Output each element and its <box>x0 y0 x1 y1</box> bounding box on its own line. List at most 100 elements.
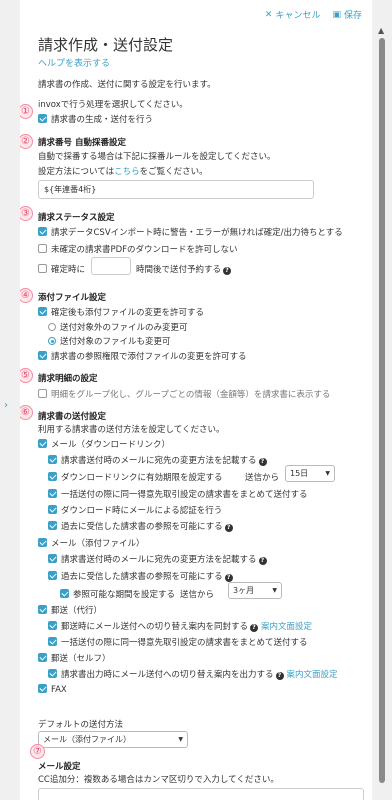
save-button[interactable]: ▣ 保存 <box>332 8 362 22</box>
section2-heading: 請求番号 自動採番設定 <box>38 138 126 148</box>
scrollbar[interactable]: ▲ <box>372 0 392 800</box>
dl-recipient-change-checkbox[interactable]: 請求書送付時のメールに宛先の変更方法を記載する? <box>48 454 267 466</box>
question-icon[interactable]: ? <box>223 267 232 275</box>
checkbox-checked-icon <box>48 521 57 530</box>
guide-text-settings-link[interactable]: 案内文面設定 <box>261 622 312 632</box>
post-agent-checkbox[interactable]: 郵送（代行） <box>38 604 102 616</box>
radio-label: 送付対象外のファイルのみ変更可 <box>60 323 188 333</box>
scheduled-send-checkbox[interactable]: 確定時に <box>38 263 85 275</box>
question-icon[interactable]: ? <box>224 574 233 582</box>
reference-permission-checkbox[interactable]: 請求書の参照権限で添付ファイルの変更を許可する <box>38 350 247 362</box>
checkbox-label: 一括送付の際に同一得意先取引設定の請求書をまとめて送付する <box>61 638 308 648</box>
dl-expiry-checkbox[interactable]: ダウンロードリンクに有効期限を設定する <box>48 471 223 483</box>
checkbox-label-prefix: 確定時に <box>51 265 86 275</box>
dl-bundle-checkbox[interactable]: 一括送付の際に同一得意先取引設定の請求書をまとめて送付する <box>48 488 308 500</box>
radio-included-too[interactable]: 送付対象のファイルも変更可 <box>48 335 171 347</box>
chevron-down-icon: ▼ <box>272 587 277 594</box>
chevron-right-icon[interactable]: › <box>4 400 8 411</box>
checkbox-label: 郵送（代行） <box>51 606 103 616</box>
question-icon[interactable]: ? <box>275 672 284 680</box>
csv-import-checkbox[interactable]: 請求データCSVインポート時に警告・エラーが無ければ確定/出力待ちとする <box>38 226 343 238</box>
invoice-number-rule-input[interactable]: ${年連番4桁} <box>38 180 314 199</box>
left-strip: › <box>0 0 20 800</box>
close-icon: ✕ <box>264 9 273 20</box>
select-value: 15日 <box>290 469 309 478</box>
cc-input[interactable] <box>38 788 364 800</box>
section-number-4: ④ <box>20 288 33 303</box>
checkbox-label: 過去に受信した請求書の参照を可能にする <box>61 572 223 582</box>
pdf-download-checkbox[interactable]: 未確定の請求書PDFのダウンロードを許可しない <box>38 243 238 255</box>
post-self-checkbox[interactable]: 郵送（セルフ） <box>38 652 111 664</box>
checkbox-checked-icon <box>48 637 57 646</box>
default-method-select[interactable]: メール（添付ファイル） ▼ <box>38 731 188 748</box>
section6-intro: 利用する請求書の送付方法を設定してください。 <box>38 425 225 435</box>
checkbox-label: 過去に受信した請求書の参照を可能にする <box>61 522 223 532</box>
hours-input[interactable] <box>91 257 131 275</box>
section2-line1: 自動で採番する場合は下記に採番ルールを設定してください。 <box>38 152 276 162</box>
section6-heading: 請求書の送付設定 <box>38 412 107 422</box>
section7-intro: CC追加分：複数ある場合はカンマ区切りで入力してください。 <box>38 775 279 785</box>
section7-heading: メール設定 <box>38 762 81 772</box>
checkbox-label: 未確定の請求書PDFのダウンロードを許可しない <box>51 245 238 255</box>
checkbox-unchecked-icon <box>38 389 47 398</box>
checkbox-checked-icon <box>38 227 47 236</box>
dl-expiry-from: 送信から <box>245 473 280 483</box>
question-icon[interactable]: ? <box>250 624 259 632</box>
cancel-label: キャンセル <box>275 11 321 21</box>
suffix-text: 時間後で送付予約する <box>136 265 222 275</box>
post-agent-bundle-checkbox[interactable]: 一括送付の際に同一得意先取引設定の請求書をまとめて送付する <box>48 636 308 648</box>
post-agent-guide-checkbox[interactable]: 郵送時にメール送付への切り替え案内を同封する? 案内文面設定 <box>48 620 312 632</box>
select-value: メール（添付ファイル） <box>43 735 131 744</box>
save-icon: ▣ <box>332 9 341 20</box>
dl-expiry-select[interactable]: 15日 ▼ <box>285 465 335 482</box>
section1-intro: invoxで行う処理を選択してください。 <box>38 100 188 110</box>
section5-heading: 請求明細の設定 <box>38 374 98 384</box>
email-download-checkbox[interactable]: メール（ダウンロードリンク） <box>38 438 170 450</box>
att-past-reference-checkbox[interactable]: 過去に受信した請求書の参照を可能にする? <box>48 570 233 582</box>
fax-checkbox[interactable]: FAX <box>38 684 67 695</box>
cancel-button[interactable]: ✕ キャンセル <box>264 8 321 22</box>
checkbox-checked-icon <box>48 505 57 514</box>
checkbox-label: 請求書送付時のメールに宛先の変更方法を記載する <box>61 456 257 466</box>
hours-suffix: 時間後で送付予約する? <box>136 263 232 275</box>
help-link[interactable]: ヘルプを表示する <box>38 56 110 69</box>
checkbox-label: 明細をグループ化し、グループごとの情報（金額等）を請求書に表示する <box>51 390 331 400</box>
section3-heading: 請求ステータス設定 <box>38 213 115 223</box>
checkbox-label: 請求書出力時にメール送付への切り替え案内を出力する <box>61 670 274 680</box>
group-details-checkbox[interactable]: 明細をグループ化し、グループごとの情報（金額等）を請求書に表示する <box>38 388 330 400</box>
toolbar: ✕ キャンセル ▣ 保存 <box>264 8 362 22</box>
radio-label: 送付対象のファイルも変更可 <box>60 337 171 347</box>
dl-email-auth-checkbox[interactable]: ダウンロード時にメールによる認証を行う <box>48 504 222 516</box>
question-icon[interactable]: ? <box>258 458 267 466</box>
dl-past-reference-checkbox[interactable]: 過去に受信した請求書の参照を可能にする? <box>48 520 233 532</box>
checkbox-checked-icon <box>38 538 47 547</box>
att-period-select[interactable]: 3ヶ月 ▼ <box>228 582 282 599</box>
email-attach-checkbox[interactable]: メール（添付ファイル） <box>38 537 145 549</box>
scroll-up-icon[interactable]: ▲ <box>378 26 384 35</box>
post-self-guide-checkbox[interactable]: 請求書出力時にメール送付への切り替え案内を出力する? 案内文面設定 <box>48 668 338 680</box>
section4-heading: 添付ファイル設定 <box>38 293 107 303</box>
checkbox-label: 請求書の参照権限で添付ファイルの変更を許可する <box>51 352 247 362</box>
checkbox-label: 参照可能な期間を設定する <box>73 590 176 600</box>
checkbox-label: メール（ダウンロードリンク） <box>51 440 171 450</box>
radio-excluded-only[interactable]: 送付対象外のファイルのみ変更可 <box>48 321 188 333</box>
allow-attachment-change-checkbox[interactable]: 確定後も添付ファイルの変更を許可する <box>38 306 204 318</box>
howto-link[interactable]: こちら <box>114 167 140 177</box>
checkbox-label: ダウンロード時にメールによる認証を行う <box>61 506 223 516</box>
checkbox-checked-icon <box>38 439 47 448</box>
section-number-3: ③ <box>20 206 33 221</box>
checkbox-label: メール（添付ファイル） <box>51 539 145 549</box>
section-number-6: ⑥ <box>20 405 33 420</box>
checkbox-checked-icon <box>48 554 57 563</box>
question-icon[interactable]: ? <box>224 524 233 532</box>
checkbox-label: 確定後も添付ファイルの変更を許可する <box>51 308 205 318</box>
checkbox-label: 一括送付の際に同一得意先取引設定の請求書をまとめて送付する <box>61 490 308 500</box>
chevron-down-icon: ▼ <box>178 736 183 743</box>
question-icon[interactable]: ? <box>258 557 267 565</box>
att-period-from: 送信から <box>180 590 215 600</box>
generate-send-checkbox[interactable]: 請求書の生成・送付を行う <box>38 113 153 125</box>
guide-text-settings-link[interactable]: 案内文面設定 <box>287 670 338 680</box>
att-period-checkbox[interactable]: 参照可能な期間を設定する <box>60 588 175 600</box>
att-recipient-change-checkbox[interactable]: 請求書送付時のメールに宛先の変更方法を記載する? <box>48 553 267 565</box>
scrollbar-thumb[interactable] <box>379 38 385 783</box>
